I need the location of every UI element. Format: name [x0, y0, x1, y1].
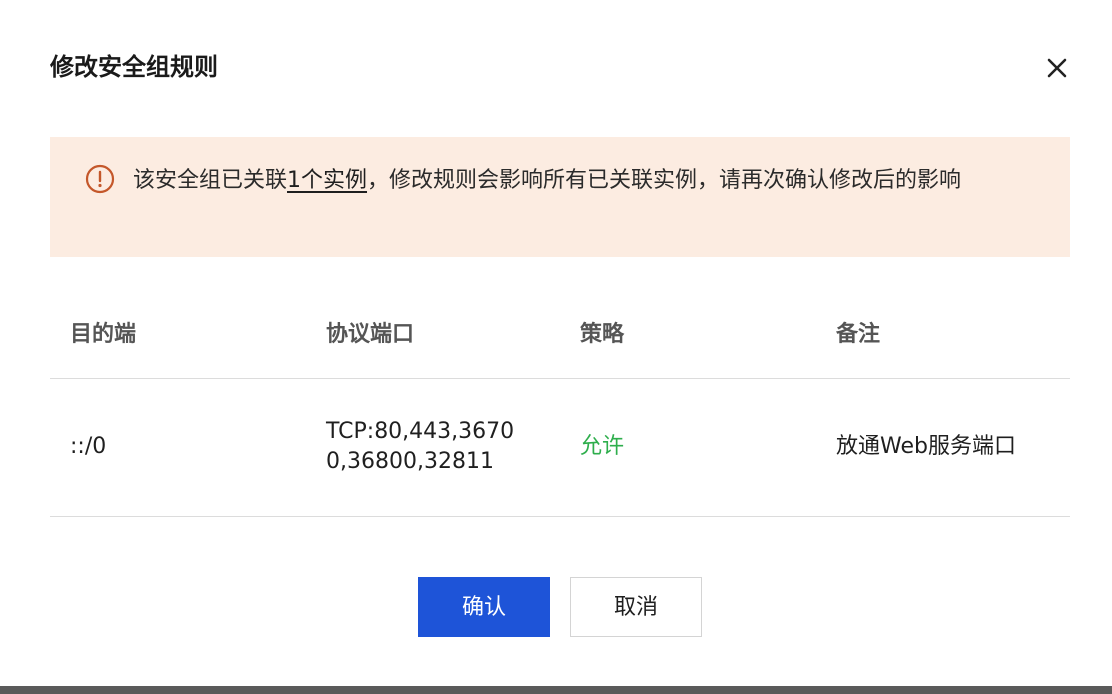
table-header: 目的端 协议端口 策略 备注 [50, 290, 1070, 379]
cell-destination: ::/0 [70, 434, 107, 459]
warning-alert: 该安全组已关联1个实例，修改规则会影响所有已关联实例，请再次确认修改后的影响 [50, 137, 1070, 257]
header-destination: 目的端 [70, 322, 137, 347]
table-row: ::/0 TCP:80,443,36700,36800,32811 允许 放通W… [50, 379, 1070, 517]
header-protocol-port: 协议端口 [326, 322, 415, 347]
modify-security-group-rule-dialog: 修改安全组规则 该安全组已关联1个实例，修改规则会影响所有已关联实例，请再次确认… [0, 0, 1112, 686]
alert-message: 该安全组已关联1个实例，修改规则会影响所有已关联实例，请再次确认修改后的影响 [133, 161, 1013, 201]
rule-table: 目的端 协议端口 策略 备注 ::/0 TCP:80,443,36700,368… [50, 290, 1070, 517]
alert-text-before: 该安全组已关联 [133, 168, 288, 193]
linked-instances-link[interactable]: 1个实例 [287, 168, 367, 193]
header-note: 备注 [836, 322, 881, 347]
cell-policy: 允许 [580, 434, 625, 459]
warning-circle-icon [85, 164, 115, 194]
cell-note: 放通Web服务端口 [836, 434, 1016, 459]
bottom-backdrop-bar [0, 686, 1112, 694]
cell-protocol-port: TCP:80,443,36700,36800,32811 [326, 419, 515, 474]
close-button[interactable] [1042, 53, 1072, 83]
close-icon[interactable] [1042, 53, 1072, 83]
alert-text-after: ，修改规则会影响所有已关联实例，请再次确认修改后的影响 [367, 168, 962, 193]
cancel-button[interactable]: 取消 [570, 577, 702, 637]
header-policy: 策略 [580, 322, 625, 347]
dialog-title: 修改安全组规则 [50, 53, 218, 81]
confirm-button[interactable]: 确认 [418, 577, 550, 637]
